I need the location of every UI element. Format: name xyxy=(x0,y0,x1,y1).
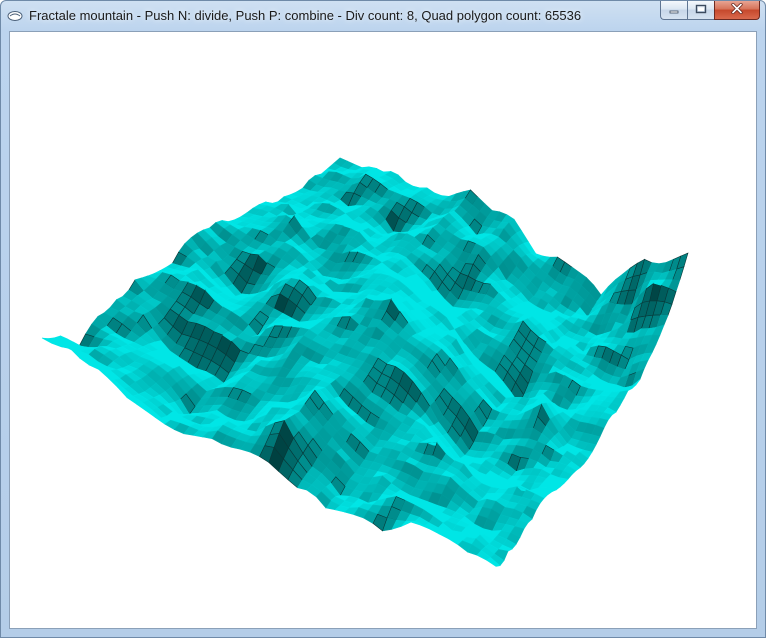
window-controls xyxy=(660,1,760,21)
window-title: Fractale mountain - Push N: divide, Push… xyxy=(29,8,582,23)
app-icon[interactable] xyxy=(7,9,23,21)
maximize-icon xyxy=(695,1,707,19)
close-button[interactable] xyxy=(714,1,760,20)
maximize-button[interactable] xyxy=(687,1,714,20)
minimize-button[interactable] xyxy=(660,1,687,20)
render-viewport[interactable] xyxy=(9,31,757,629)
fractal-mountain-render xyxy=(41,157,689,567)
close-icon xyxy=(731,1,743,19)
minimize-icon xyxy=(669,1,679,19)
app-window: Fractale mountain - Push N: divide, Push… xyxy=(0,0,766,638)
title-bar[interactable]: Fractale mountain - Push N: divide, Push… xyxy=(1,1,765,31)
